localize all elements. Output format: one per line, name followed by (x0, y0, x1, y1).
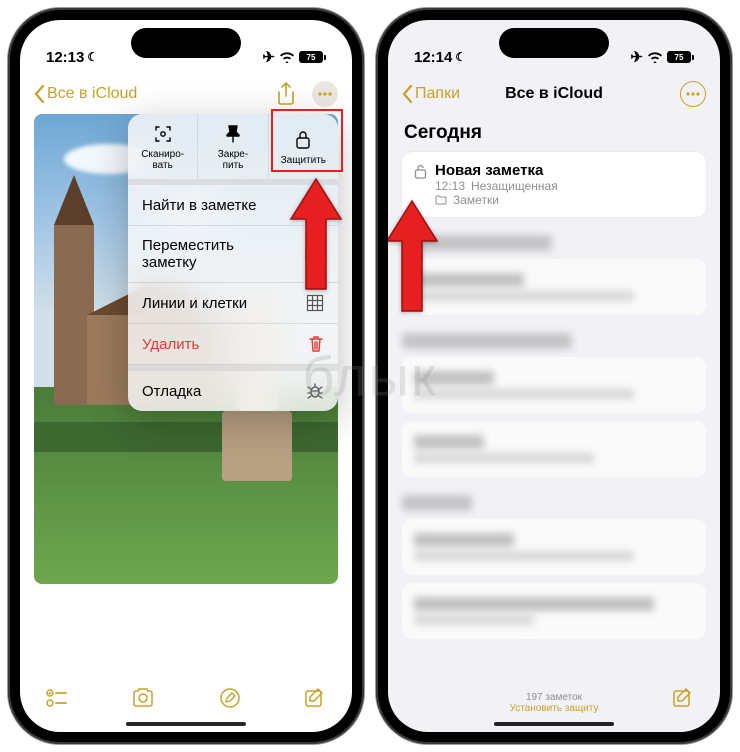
blurred-section (402, 495, 706, 639)
menu-debug[interactable]: Отладка (128, 365, 338, 411)
nav-bar: Все в iCloud (20, 74, 352, 114)
screen-right: 12:14 ☾ ✈︎ 75 Папки Все в iCloud Сегод (388, 20, 720, 732)
chevron-left-icon (402, 85, 413, 103)
airplane-icon: ✈︎ (262, 48, 275, 66)
note-status: Незащищенная (471, 179, 558, 193)
note-content: Сканиро- вать Закре- пить Защитить Найти… (34, 114, 338, 672)
ellipsis-icon (686, 92, 700, 96)
notes-count: 197 заметок (388, 692, 720, 703)
markup-icon[interactable] (219, 687, 241, 709)
menu-lock[interactable]: Защитить (268, 114, 338, 179)
menu-lock-label: Защитить (281, 155, 326, 166)
menu-lines-label: Линии и клетки (142, 295, 247, 312)
note-folder: Заметки (453, 193, 499, 207)
folder-icon (304, 246, 324, 262)
back-label: Все в iCloud (47, 85, 137, 103)
back-button[interactable]: Все в iCloud (34, 85, 137, 103)
menu-move-label: Переместить заметку (142, 237, 272, 271)
trash-icon (308, 335, 324, 353)
back-label: Папки (415, 85, 460, 103)
share-icon[interactable] (276, 82, 296, 106)
screen-left: 12:13 ☾ ✈︎ 75 Все в iCloud (20, 20, 352, 732)
nav-bar: Папки Все в iCloud (388, 74, 720, 114)
compose-icon[interactable] (304, 687, 326, 709)
context-menu: Сканиро- вать Закре- пить Защитить Найти… (128, 114, 338, 411)
note-time: 12:13 (435, 179, 465, 193)
footer-info: 197 заметок Установить защиту (388, 692, 720, 714)
menu-debug-label: Отладка (142, 383, 201, 400)
dynamic-island (131, 28, 241, 58)
home-indicator (126, 722, 246, 726)
camera-icon[interactable] (131, 688, 155, 708)
blurred-section (402, 333, 706, 477)
status-time: 12:14 (414, 49, 452, 66)
airplane-icon: ✈︎ (630, 48, 643, 66)
toolbar (20, 674, 352, 722)
scan-icon (153, 124, 173, 144)
battery-icon: 75 (667, 51, 694, 63)
checklist-icon[interactable] (46, 688, 68, 708)
lock-icon (295, 130, 311, 150)
unlock-icon (414, 164, 427, 179)
back-button[interactable]: Папки (402, 85, 460, 103)
menu-find-label: Найти в заметке (142, 197, 256, 214)
menu-delete[interactable]: Удалить (128, 324, 338, 365)
set-protection-link[interactable]: Установить защиту (388, 703, 720, 714)
menu-move[interactable]: Переместить заметку (128, 226, 338, 283)
pin-icon (224, 124, 242, 144)
search-icon (306, 196, 324, 214)
chevron-left-icon (34, 85, 45, 103)
menu-lines[interactable]: Линии и клетки (128, 283, 338, 324)
blurred-section (402, 235, 706, 315)
grid-icon (306, 294, 324, 312)
home-indicator (494, 722, 614, 726)
more-button[interactable] (312, 81, 338, 107)
menu-scan[interactable]: Сканиро- вать (128, 114, 197, 179)
battery-icon: 75 (299, 51, 326, 63)
menu-pin-label: Закре- пить (218, 149, 248, 171)
folder-small-icon (435, 195, 447, 205)
phone-right: 12:14 ☾ ✈︎ 75 Папки Все в iCloud Сегод (376, 8, 732, 744)
dnd-icon: ☾ (455, 50, 466, 64)
wifi-icon (279, 51, 295, 63)
nav-title: Все в iCloud (505, 85, 603, 103)
dynamic-island (499, 28, 609, 58)
wifi-icon (647, 51, 663, 63)
status-time: 12:13 (46, 49, 84, 66)
menu-scan-label: Сканиро- вать (141, 149, 184, 171)
notes-list: Сегодня Новая заметка 12:13 Незащищенная… (388, 116, 720, 672)
phone-left: 12:13 ☾ ✈︎ 75 Все в iCloud (8, 8, 364, 744)
ellipsis-icon (318, 92, 332, 96)
more-button[interactable] (680, 81, 706, 107)
section-header: Сегодня (404, 122, 704, 144)
note-title: Новая заметка (435, 162, 694, 179)
menu-pin[interactable]: Закре- пить (197, 114, 267, 179)
note-item[interactable]: Новая заметка 12:13 Незащищенная Заметки (402, 152, 706, 217)
menu-find[interactable]: Найти в заметке (128, 185, 338, 226)
ant-icon (306, 382, 324, 400)
menu-delete-label: Удалить (142, 336, 199, 353)
dnd-icon: ☾ (87, 50, 98, 64)
